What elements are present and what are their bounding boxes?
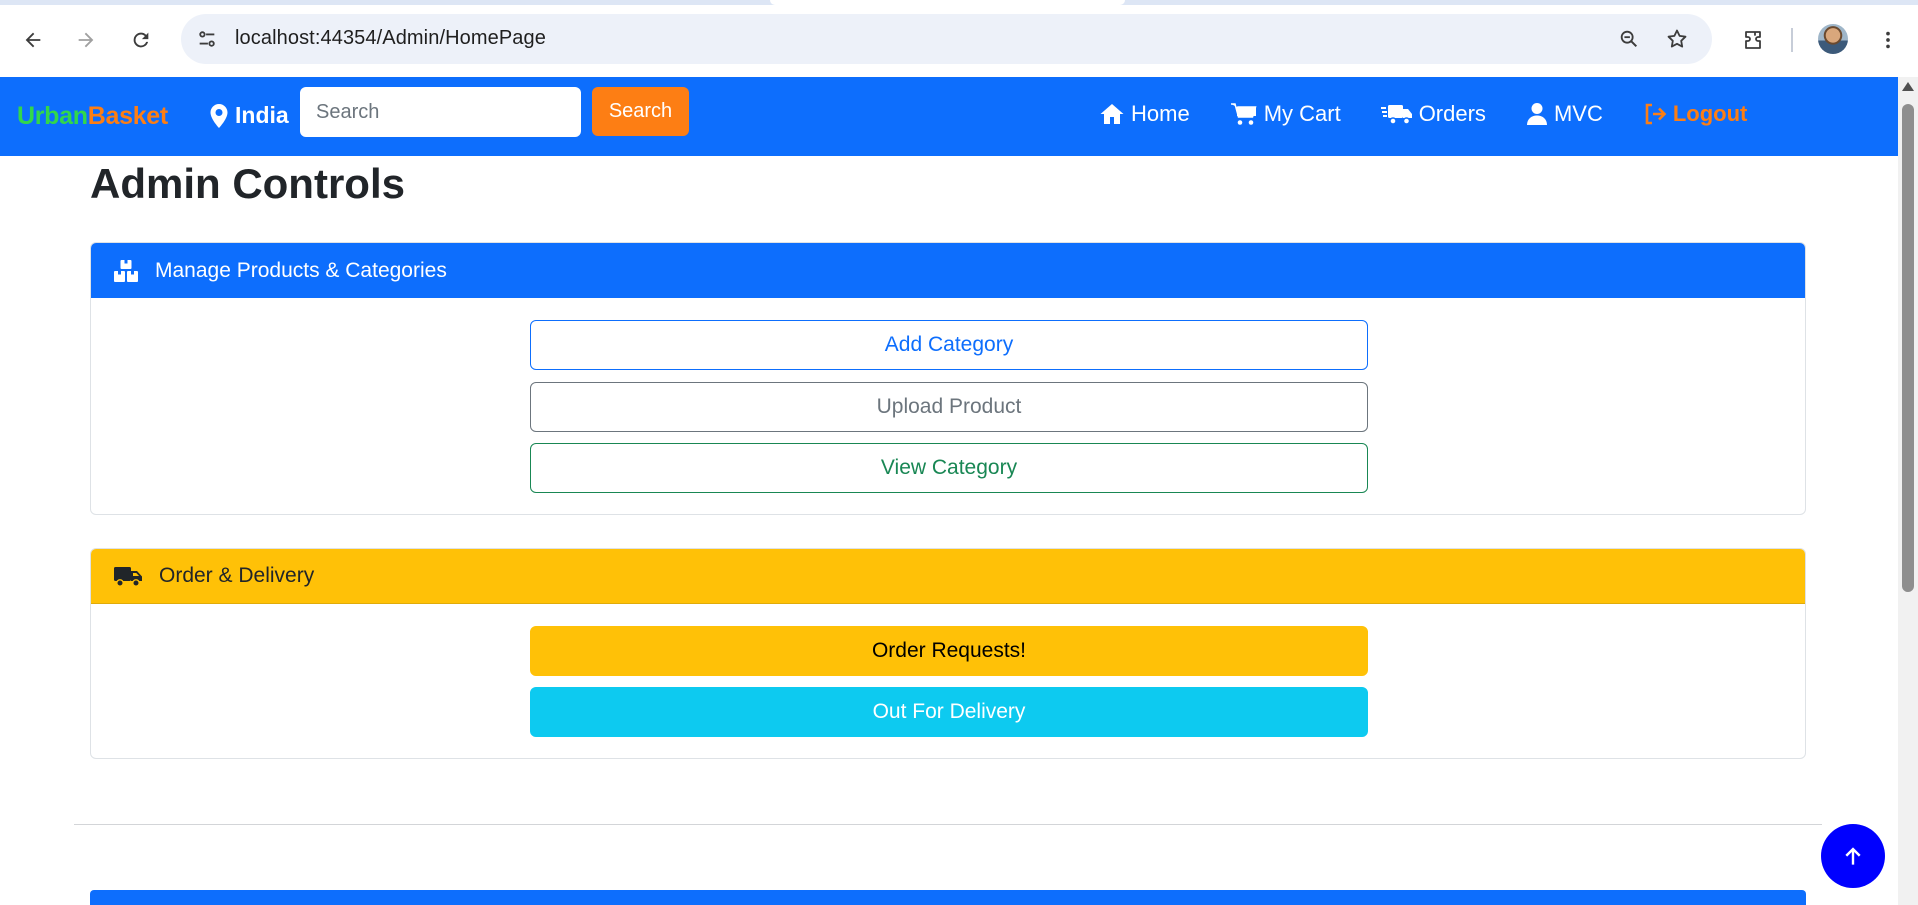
section-divider <box>74 824 1822 825</box>
search-input[interactable] <box>300 87 581 137</box>
location-label: India <box>235 102 289 128</box>
brand-logo[interactable]: UrbanBasket <box>17 102 168 131</box>
tab-strip <box>0 0 1918 5</box>
brand-text-basket: Basket <box>87 102 169 130</box>
truck-fast-icon <box>1380 105 1412 125</box>
nav-logout-link[interactable]: Logout <box>1643 101 1748 127</box>
footer-bar <box>90 890 1806 905</box>
products-card-header: Manage Products & Categories <box>91 243 1805 298</box>
home-icon <box>1100 104 1124 124</box>
page-title: Admin Controls <box>90 160 405 207</box>
brand-text-urban: Urban <box>17 102 88 130</box>
nav-home-link[interactable]: Home <box>1099 101 1190 127</box>
nav-orders-link[interactable]: Orders <box>1380 101 1486 127</box>
search-button[interactable]: Search <box>592 87 689 136</box>
forward-button[interactable] <box>68 22 104 58</box>
menu-kebab-icon[interactable] <box>1870 22 1906 58</box>
map-pin-icon <box>210 103 228 128</box>
truck-icon <box>114 567 142 587</box>
orders-card-header: Order & Delivery <box>91 549 1805 604</box>
orders-card: Order & Delivery Order Requests! Out For… <box>90 548 1806 759</box>
upload-product-button[interactable]: Upload Product <box>530 382 1368 432</box>
scrollbar-thumb[interactable] <box>1902 104 1914 592</box>
arrow-up-icon <box>1845 847 1861 865</box>
order-requests-button[interactable]: Order Requests! <box>530 626 1368 676</box>
bookmark-star-icon[interactable] <box>1665 27 1689 51</box>
nav-orders-label: Orders <box>1418 101 1486 126</box>
profile-avatar[interactable] <box>1818 24 1848 54</box>
url-text[interactable]: localhost:44354/Admin/HomePage <box>235 27 546 50</box>
logout-icon <box>1645 103 1667 125</box>
nav-profile-link[interactable]: MVC <box>1526 101 1603 127</box>
page-scrollbar[interactable] <box>1898 77 1918 905</box>
scroll-up-arrow-icon[interactable] <box>1902 82 1914 91</box>
arrow-left-icon <box>25 32 41 48</box>
products-card: Manage Products & Categories Add Categor… <box>90 242 1806 515</box>
location-selector[interactable]: India <box>209 102 289 129</box>
browser-toolbar: localhost:44354/Admin/HomePage <box>0 0 1918 77</box>
reload-icon <box>133 32 149 48</box>
extensions-icon[interactable] <box>1736 22 1772 58</box>
arrow-right-icon <box>78 32 94 48</box>
address-bar[interactable]: localhost:44354/Admin/HomePage <box>181 14 1712 64</box>
nav-logout-label: Logout <box>1672 101 1748 126</box>
add-category-button[interactable]: Add Category <box>530 320 1368 370</box>
reload-button[interactable] <box>123 22 159 58</box>
nav-cart-link[interactable]: My Cart <box>1230 101 1341 127</box>
nav-links: Home My Cart Orders MVC Logout <box>1099 101 1787 127</box>
view-category-button[interactable]: View Category <box>530 443 1368 493</box>
back-to-top-button[interactable] <box>1821 824 1885 888</box>
zoom-icon[interactable] <box>1617 27 1641 51</box>
boxes-icon <box>114 259 138 282</box>
orders-card-title: Order & Delivery <box>159 564 315 587</box>
nav-home-label: Home <box>1131 101 1190 126</box>
user-icon <box>1526 103 1547 125</box>
back-button[interactable] <box>15 22 51 58</box>
site-info-icon[interactable] <box>195 27 219 51</box>
nav-profile-label: MVC <box>1553 101 1603 126</box>
out-for-delivery-button[interactable]: Out For Delivery <box>530 687 1368 737</box>
nav-cart-label: My Cart <box>1263 101 1341 126</box>
site-navbar: UrbanBasket India Search Home My Cart Or… <box>0 77 1898 156</box>
cart-icon <box>1230 103 1257 125</box>
toolbar-divider <box>1791 28 1793 52</box>
products-card-title: Manage Products & Categories <box>155 258 447 282</box>
